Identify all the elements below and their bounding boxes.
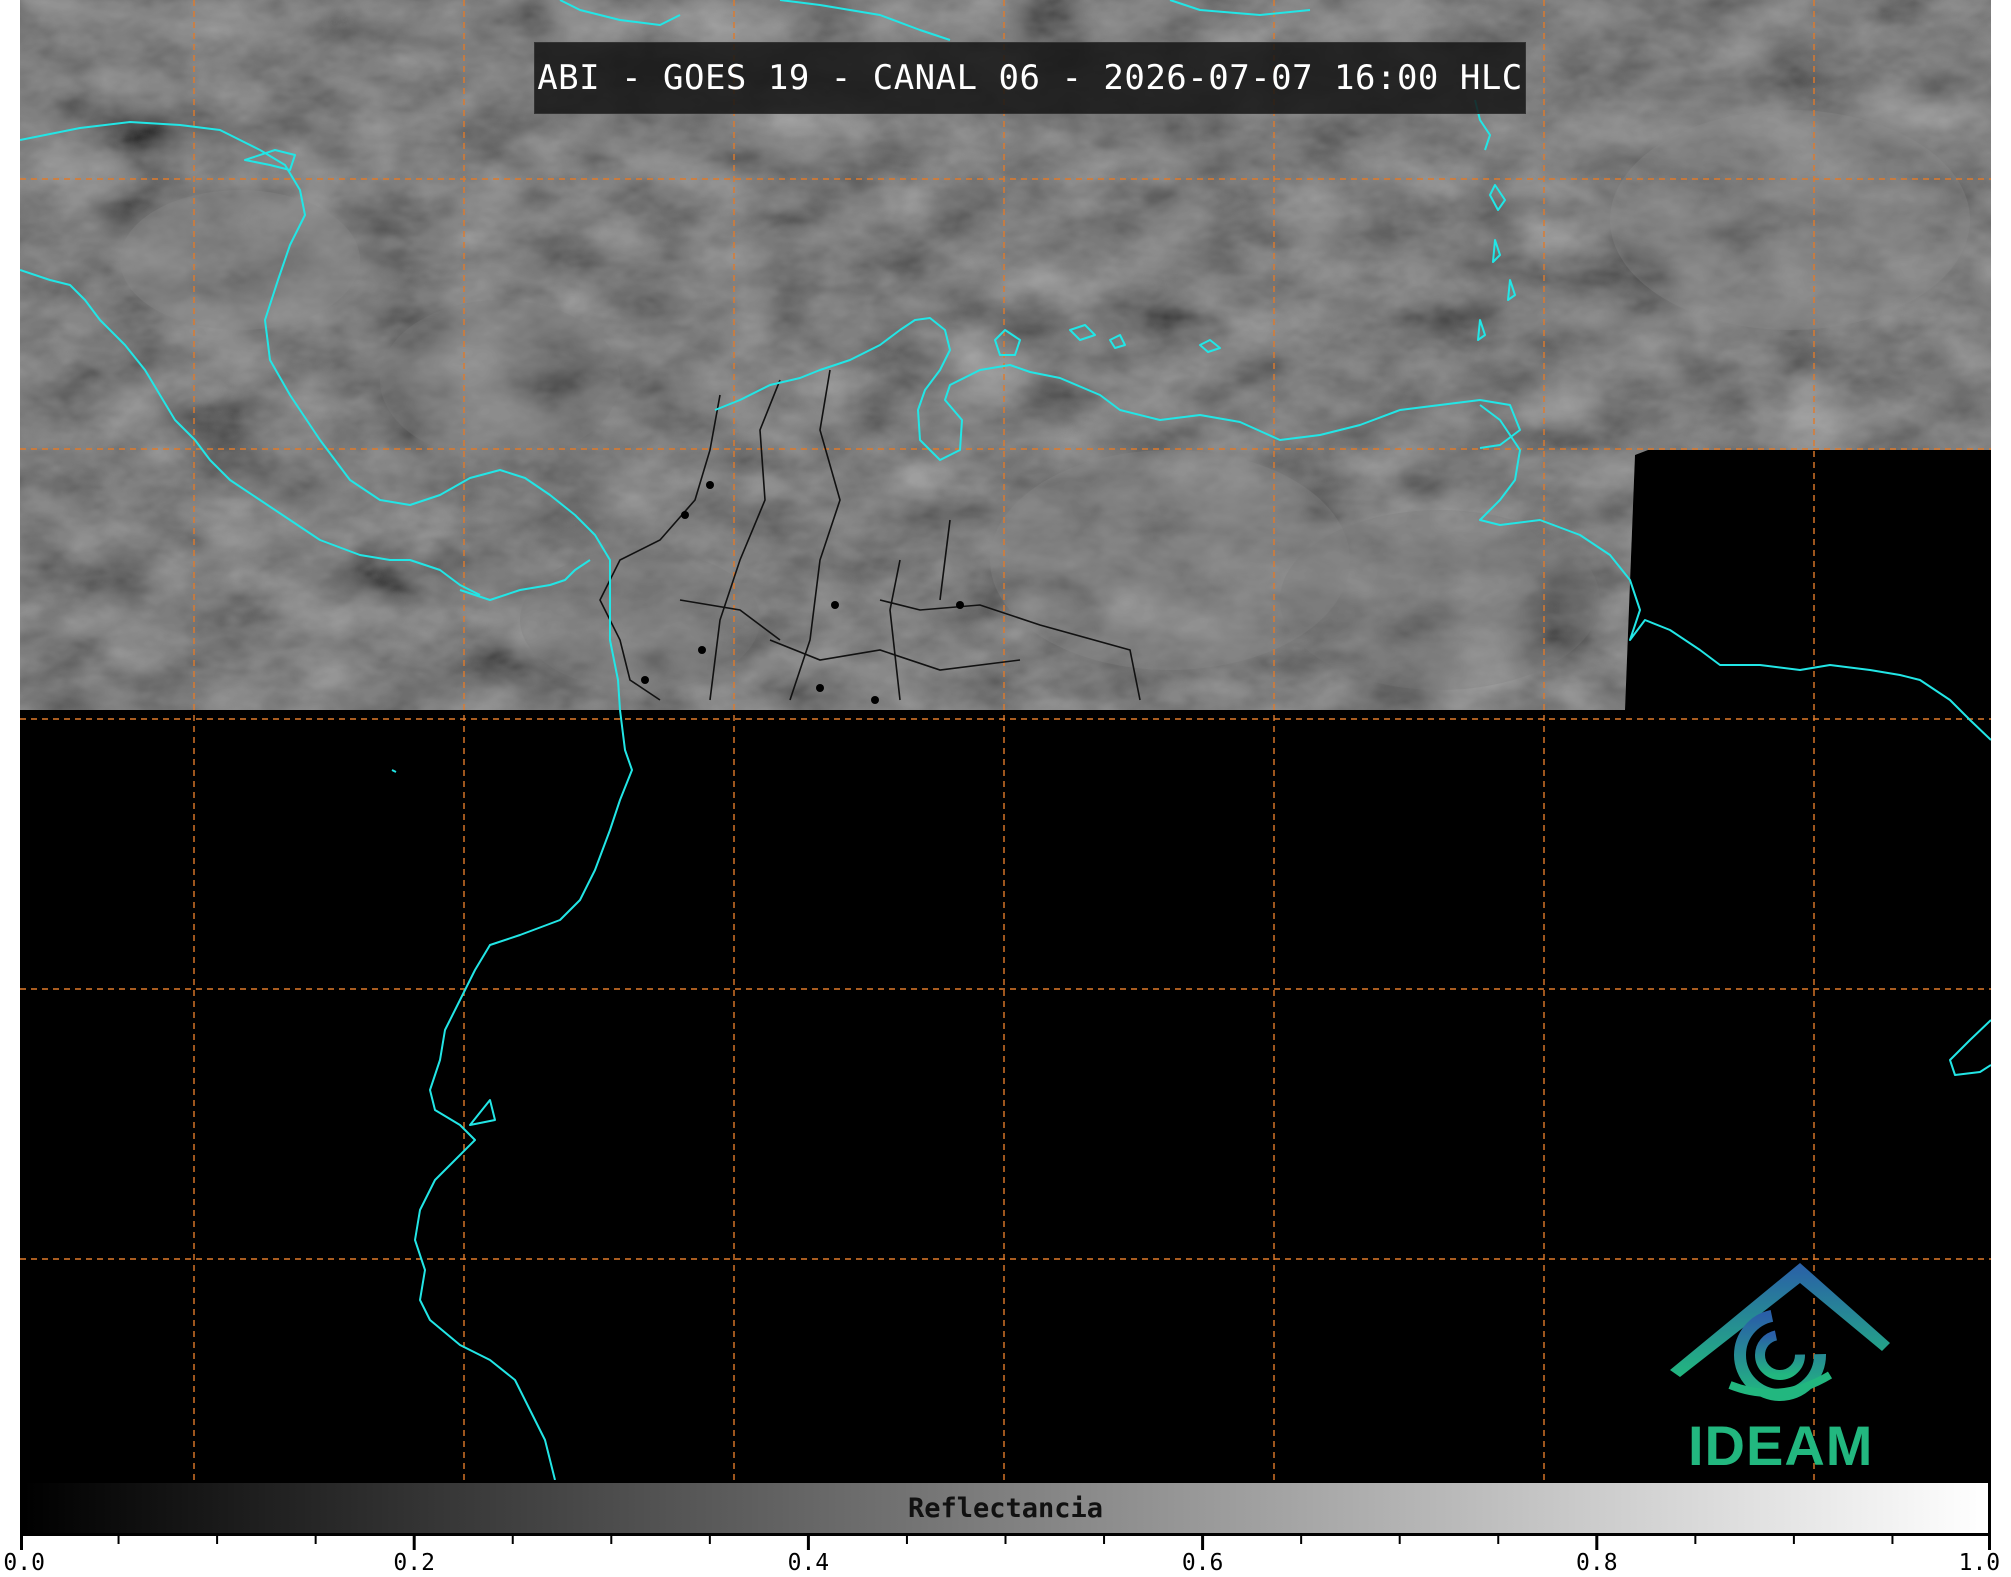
map-title-box: ABI - GOES 19 - CANAL 06 - 2026-07-07 16… bbox=[534, 42, 1526, 114]
colorbar-tick-label: 0.2 bbox=[393, 1550, 435, 1576]
colorbar-tick-label: 0.6 bbox=[1181, 1550, 1224, 1576]
colorbar-ticks bbox=[20, 1536, 1991, 1550]
colorbar: Reflectancia bbox=[20, 1480, 1991, 1536]
colorbar-tick-label: 1.0 bbox=[1958, 1550, 2001, 1576]
map-title: ABI - GOES 19 - CANAL 06 - 2026-07-07 16… bbox=[537, 58, 1523, 98]
colorbar-tick-label: 0.8 bbox=[1576, 1550, 1618, 1576]
colorbar-tick-label: 0.4 bbox=[787, 1550, 830, 1576]
colorbar-label: Reflectancia bbox=[907, 1493, 1104, 1524]
colorbar-tick-label: 0.0 bbox=[3, 1550, 45, 1576]
ideam-logo-text: IDEAM bbox=[1688, 1414, 1874, 1477]
